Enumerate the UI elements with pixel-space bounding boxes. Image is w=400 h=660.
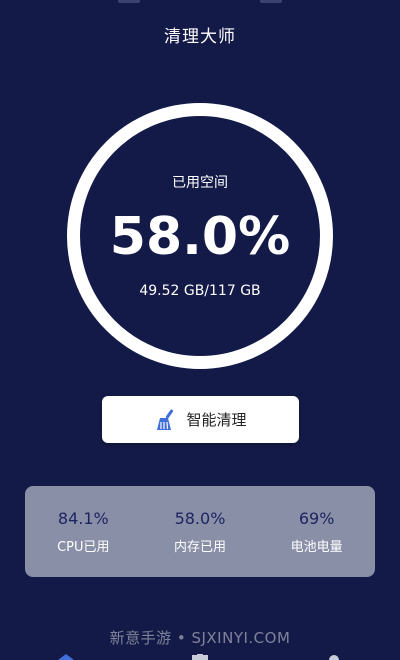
toolbox-tab-icon[interactable] — [190, 654, 210, 660]
storage-label: 已用空间 — [172, 175, 228, 191]
storage-detail: 49.52 GB/117 GB — [139, 283, 261, 299]
stat-cpu-label: CPU已用 — [57, 539, 110, 555]
status-tick — [260, 0, 282, 3]
page-title: 清理大师 — [164, 27, 236, 47]
stat-memory-value: 58.0% — [174, 508, 226, 528]
status-tick — [118, 0, 140, 3]
stat-cpu: 84.1% CPU已用 — [28, 509, 138, 555]
smart-clean-button[interactable]: 智能清理 — [102, 396, 299, 443]
system-stats-card: 84.1% CPU已用 58.0% 内存已用 69% 电池电量 — [25, 486, 375, 577]
stat-battery: 69% 电池电量 — [262, 509, 372, 555]
smart-clean-label: 智能清理 — [186, 411, 247, 429]
cleaner-screen: 清理大师 已用空间 58.0% 49.52 GB/117 GB 智能清理 84.… — [0, 0, 400, 660]
profile-tab-icon[interactable] — [324, 654, 344, 660]
stat-memory: 58.0% 内存已用 — [145, 509, 255, 555]
stat-battery-value: 69% — [298, 508, 335, 528]
home-tab-icon[interactable] — [56, 654, 76, 660]
stat-battery-label: 电池电量 — [290, 539, 343, 555]
status-bar — [0, 0, 400, 6]
stat-cpu-value: 84.1% — [57, 508, 109, 528]
storage-percent: 58.0% — [109, 207, 291, 267]
tab-bar — [0, 654, 400, 660]
watermark: 新意手游 • SJXINYI.COM — [109, 629, 291, 647]
stat-memory-label: 内存已用 — [173, 539, 226, 555]
broom-icon — [154, 408, 178, 432]
